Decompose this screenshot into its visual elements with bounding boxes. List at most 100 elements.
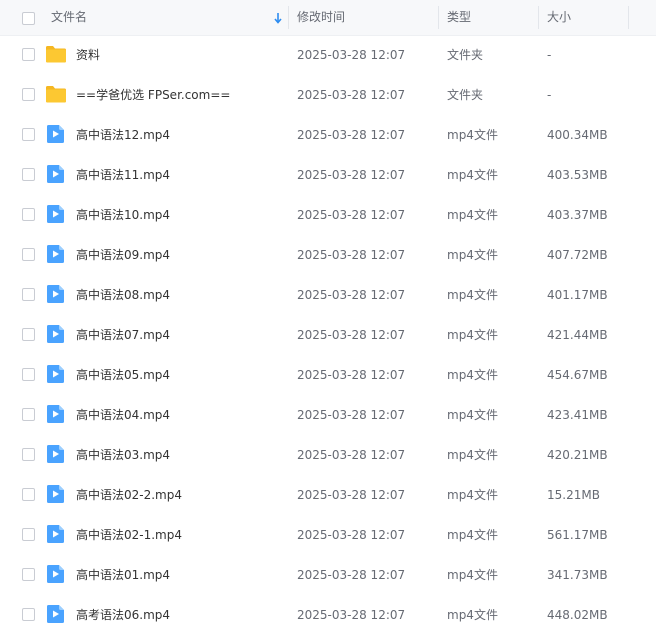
file-list-table: 文件名 修改时间 类型 大小 资料 2025-03-28 12:07 文件夹 - ==…: [0, 0, 656, 640]
row-checkbox[interactable]: [22, 88, 35, 101]
file-name[interactable]: 高中语法07.mp4: [76, 315, 170, 355]
file-name[interactable]: 高中语法02-2.mp4: [76, 475, 182, 515]
file-type: mp4文件: [447, 288, 498, 302]
video-file-icon: [45, 364, 67, 384]
video-file-icon: [45, 524, 67, 544]
video-file-icon: [45, 484, 67, 504]
row-checkbox[interactable]: [22, 208, 35, 221]
file-name[interactable]: 高中语法08.mp4: [76, 275, 170, 315]
column-divider[interactable]: [628, 6, 629, 29]
file-type: mp4文件: [447, 448, 498, 462]
modified-time: 2025-03-28 12:07: [297, 288, 406, 302]
file-size: -: [547, 48, 552, 62]
row-checkbox[interactable]: [22, 168, 35, 181]
table-row[interactable]: 高中语法02-2.mp4 2025-03-28 12:07 mp4文件 15.21MB: [0, 475, 656, 515]
file-name[interactable]: 高中语法09.mp4: [76, 235, 170, 275]
file-name[interactable]: 高中语法10.mp4: [76, 195, 170, 235]
column-header-name[interactable]: 文件名: [51, 0, 87, 35]
file-type: mp4文件: [447, 568, 498, 582]
file-name[interactable]: 高中语法05.mp4: [76, 355, 170, 395]
file-size: 400.34MB: [547, 128, 608, 142]
file-size: 407.72MB: [547, 248, 608, 262]
video-file-icon: [45, 444, 67, 464]
modified-time: 2025-03-28 12:07: [297, 528, 406, 542]
file-type: mp4文件: [447, 488, 498, 502]
row-checkbox[interactable]: [22, 528, 35, 541]
table-row[interactable]: 高中语法10.mp4 2025-03-28 12:07 mp4文件 403.37MB: [0, 195, 656, 235]
table-row[interactable]: 高中语法07.mp4 2025-03-28 12:07 mp4文件 421.44MB: [0, 315, 656, 355]
file-name[interactable]: 高中语法12.mp4: [76, 115, 170, 155]
modified-time: 2025-03-28 12:07: [297, 48, 406, 62]
file-name[interactable]: 高中语法04.mp4: [76, 395, 170, 435]
column-header-size[interactable]: 大小: [547, 0, 571, 35]
file-size: 401.17MB: [547, 288, 608, 302]
table-row[interactable]: 高中语法05.mp4 2025-03-28 12:07 mp4文件 454.67MB: [0, 355, 656, 395]
column-divider[interactable]: [538, 6, 539, 29]
file-size: 341.73MB: [547, 568, 608, 582]
row-checkbox[interactable]: [22, 448, 35, 461]
table-row[interactable]: ==学爸优选 FPSer.com== 2025-03-28 12:07 文件夹 -: [0, 75, 656, 115]
table-header: 文件名 修改时间 类型 大小: [0, 0, 656, 36]
file-type: mp4文件: [447, 328, 498, 342]
column-divider[interactable]: [438, 6, 439, 29]
row-checkbox[interactable]: [22, 608, 35, 621]
table-row[interactable]: 高中语法09.mp4 2025-03-28 12:07 mp4文件 407.72MB: [0, 235, 656, 275]
file-size: 454.67MB: [547, 368, 608, 382]
column-header-time[interactable]: 修改时间: [297, 0, 345, 35]
file-name[interactable]: 高中语法02-1.mp4: [76, 515, 182, 555]
file-name[interactable]: 高中语法11.mp4: [76, 155, 170, 195]
modified-time: 2025-03-28 12:07: [297, 368, 406, 382]
table-row[interactable]: 高中语法08.mp4 2025-03-28 12:07 mp4文件 401.17MB: [0, 275, 656, 315]
table-row[interactable]: 高中语法01.mp4 2025-03-28 12:07 mp4文件 341.73MB: [0, 555, 656, 595]
row-checkbox[interactable]: [22, 248, 35, 261]
table-row[interactable]: 资料 2025-03-28 12:07 文件夹 -: [0, 35, 656, 75]
file-type: 文件夹: [447, 48, 484, 62]
modified-time: 2025-03-28 12:07: [297, 168, 406, 182]
folder-icon: [45, 84, 67, 104]
table-row[interactable]: 高中语法03.mp4 2025-03-28 12:07 mp4文件 420.21MB: [0, 435, 656, 475]
file-name[interactable]: 高中语法03.mp4: [76, 435, 170, 475]
modified-time: 2025-03-28 12:07: [297, 88, 406, 102]
modified-time: 2025-03-28 12:07: [297, 568, 406, 582]
modified-time: 2025-03-28 12:07: [297, 128, 406, 142]
table-row[interactable]: 高考语法06.mp4 2025-03-28 12:07 mp4文件 448.02MB: [0, 595, 656, 635]
modified-time: 2025-03-28 12:07: [297, 248, 406, 262]
row-checkbox[interactable]: [22, 568, 35, 581]
modified-time: 2025-03-28 12:07: [297, 608, 406, 622]
file-size: 15.21MB: [547, 488, 600, 502]
modified-time: 2025-03-28 12:07: [297, 408, 406, 422]
table-row[interactable]: 高中语法04.mp4 2025-03-28 12:07 mp4文件 423.41MB: [0, 395, 656, 435]
file-size: 403.53MB: [547, 168, 608, 182]
file-type: mp4文件: [447, 248, 498, 262]
modified-time: 2025-03-28 12:07: [297, 208, 406, 222]
row-checkbox[interactable]: [22, 48, 35, 61]
file-type: mp4文件: [447, 528, 498, 542]
file-name[interactable]: 高考语法06.mp4: [76, 595, 170, 635]
video-file-icon: [45, 284, 67, 304]
file-size: 561.17MB: [547, 528, 608, 542]
row-checkbox[interactable]: [22, 488, 35, 501]
file-name[interactable]: ==学爸优选 FPSer.com==: [76, 75, 230, 115]
column-header-type[interactable]: 类型: [447, 0, 471, 35]
row-checkbox[interactable]: [22, 368, 35, 381]
file-type: mp4文件: [447, 608, 498, 622]
file-type: 文件夹: [447, 88, 484, 102]
video-file-icon: [45, 244, 67, 264]
modified-time: 2025-03-28 12:07: [297, 448, 406, 462]
sort-descending-icon[interactable]: [274, 12, 282, 24]
row-checkbox[interactable]: [22, 288, 35, 301]
file-type: mp4文件: [447, 408, 498, 422]
row-checkbox[interactable]: [22, 408, 35, 421]
column-divider[interactable]: [288, 6, 289, 29]
row-checkbox[interactable]: [22, 128, 35, 141]
table-row[interactable]: 高中语法02-1.mp4 2025-03-28 12:07 mp4文件 561.17M…: [0, 515, 656, 555]
file-name[interactable]: 资料: [76, 35, 100, 75]
table-row[interactable]: 高中语法12.mp4 2025-03-28 12:07 mp4文件 400.34MB: [0, 115, 656, 155]
table-row[interactable]: 高中语法11.mp4 2025-03-28 12:07 mp4文件 403.53MB: [0, 155, 656, 195]
file-size: -: [547, 88, 552, 102]
file-name[interactable]: 高中语法01.mp4: [76, 555, 170, 595]
select-all-checkbox[interactable]: [22, 12, 35, 25]
row-checkbox[interactable]: [22, 328, 35, 341]
file-size: 423.41MB: [547, 408, 608, 422]
video-file-icon: [45, 604, 67, 624]
